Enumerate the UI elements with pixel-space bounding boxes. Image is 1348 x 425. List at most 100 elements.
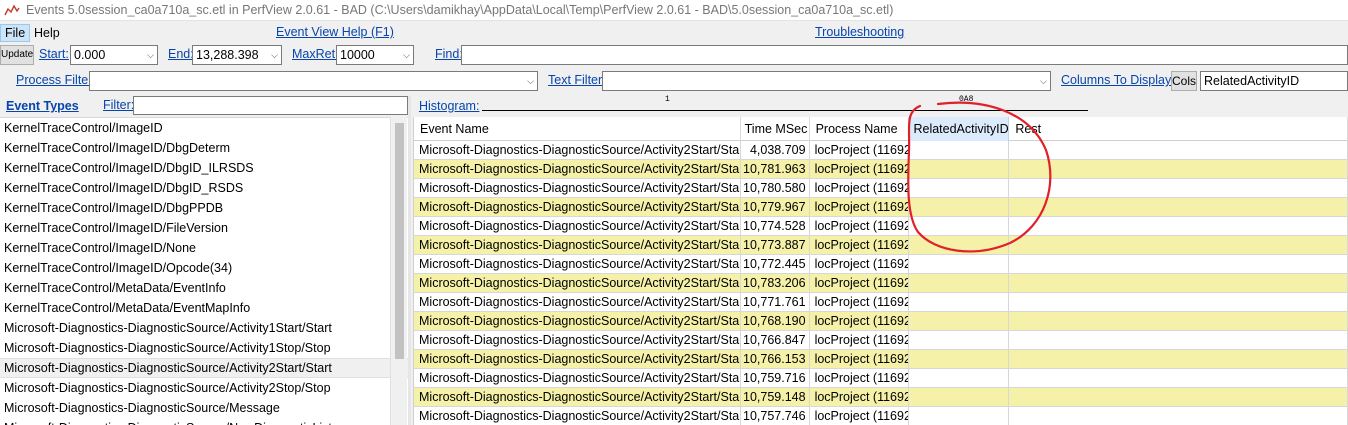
- process-name-cell[interactable]: locProject (11692): [809, 350, 910, 369]
- time-msec-cell[interactable]: 10,771.761: [740, 293, 810, 312]
- event-name-cell[interactable]: Microsoft-Diagnostics-DiagnosticSource/A…: [414, 141, 741, 160]
- column-header-event-name[interactable]: Event Name: [414, 117, 741, 141]
- event-type-item[interactable]: KernelTraceControl/MetaData/EventInfo: [0, 278, 408, 298]
- event-name-cell[interactable]: Microsoft-Diagnostics-DiagnosticSource/A…: [414, 198, 741, 217]
- time-msec-cell[interactable]: 10,768.190: [740, 312, 810, 331]
- related-activity-id-cell[interactable]: [909, 369, 1010, 388]
- table-row[interactable]: Microsoft-Diagnostics-DiagnosticSource/A…: [414, 331, 1348, 350]
- process-name-cell[interactable]: locProject (11692): [810, 407, 910, 425]
- process-name-cell[interactable]: locProject (11692): [809, 255, 910, 274]
- table-row[interactable]: Microsoft-Diagnostics-DiagnosticSource/A…: [414, 236, 1348, 255]
- columns-input[interactable]: RelatedActivityID: [1200, 71, 1348, 91]
- event-type-item[interactable]: Microsoft-Diagnostics-DiagnosticSource/A…: [0, 338, 408, 358]
- process-name-cell[interactable]: locProject (11692): [809, 331, 910, 350]
- process-name-cell[interactable]: locProject (11692): [809, 388, 910, 407]
- event-name-cell[interactable]: Microsoft-Diagnostics-DiagnosticSource/A…: [414, 369, 741, 388]
- end-combo[interactable]: 13,288.398 ⌵: [192, 45, 282, 65]
- event-name-cell[interactable]: Microsoft-Diagnostics-DiagnosticSource/A…: [414, 331, 741, 350]
- text-filter-label[interactable]: Text Filter:: [548, 73, 606, 87]
- time-msec-cell[interactable]: 10,774.528: [740, 217, 810, 236]
- columns-to-display-label[interactable]: Columns To Display:: [1061, 73, 1175, 87]
- time-msec-cell[interactable]: 10,773.887: [740, 236, 810, 255]
- table-row[interactable]: Microsoft-Diagnostics-DiagnosticSource/A…: [414, 407, 1348, 425]
- rest-cell[interactable]: [1009, 331, 1348, 350]
- rest-cell[interactable]: [1009, 369, 1348, 388]
- process-name-cell[interactable]: locProject (11692): [809, 312, 910, 331]
- event-name-cell[interactable]: Microsoft-Diagnostics-DiagnosticSource/A…: [414, 236, 741, 255]
- event-type-item[interactable]: Microsoft-Diagnostics-DiagnosticSource/N…: [0, 418, 408, 425]
- text-filter-combo[interactable]: ⌵: [602, 71, 1051, 91]
- chevron-down-icon[interactable]: ⌵: [271, 46, 278, 64]
- time-msec-cell[interactable]: 10,779.967: [740, 198, 810, 217]
- find-label[interactable]: Find:: [435, 47, 463, 61]
- event-name-cell[interactable]: Microsoft-Diagnostics-DiagnosticSource/A…: [414, 160, 741, 179]
- process-name-cell[interactable]: locProject (11692): [809, 198, 910, 217]
- process-filter-combo[interactable]: ⌵: [89, 71, 538, 91]
- rest-cell[interactable]: [1009, 236, 1348, 255]
- event-name-cell[interactable]: Microsoft-Diagnostics-DiagnosticSource/A…: [414, 293, 741, 312]
- rest-cell[interactable]: [1009, 217, 1348, 236]
- time-msec-cell[interactable]: 10,757.746: [741, 407, 810, 425]
- table-row[interactable]: Microsoft-Diagnostics-DiagnosticSource/A…: [414, 141, 1348, 160]
- rest-cell[interactable]: [1009, 293, 1348, 312]
- process-name-cell[interactable]: locProject (11692): [809, 179, 910, 198]
- time-msec-cell[interactable]: 10,781.963: [740, 160, 810, 179]
- menu-file[interactable]: File: [0, 24, 31, 42]
- rest-cell[interactable]: [1009, 407, 1348, 425]
- start-label[interactable]: Start:: [39, 47, 69, 61]
- filter-label[interactable]: Filter:: [103, 98, 134, 112]
- event-type-item[interactable]: KernelTraceControl/MetaData/EventMapInfo: [0, 298, 408, 318]
- scrollbar-thumb[interactable]: [395, 123, 404, 359]
- time-msec-cell[interactable]: 10,780.580: [740, 179, 810, 198]
- event-name-cell[interactable]: Microsoft-Diagnostics-DiagnosticSource/A…: [414, 217, 741, 236]
- related-activity-id-cell[interactable]: [909, 141, 1010, 160]
- event-view-help-link[interactable]: Event View Help (F1): [276, 25, 394, 39]
- related-activity-id-cell[interactable]: [909, 198, 1010, 217]
- related-activity-id-cell[interactable]: [909, 217, 1010, 236]
- rest-cell[interactable]: [1009, 198, 1348, 217]
- related-activity-id-cell[interactable]: [909, 388, 1010, 407]
- related-activity-id-cell[interactable]: [909, 255, 1010, 274]
- process-name-cell[interactable]: locProject (11692): [809, 141, 910, 160]
- table-row[interactable]: Microsoft-Diagnostics-DiagnosticSource/A…: [414, 312, 1348, 331]
- troubleshooting-link[interactable]: Troubleshooting: [815, 25, 904, 39]
- related-activity-id-cell[interactable]: [909, 274, 1010, 293]
- event-type-item[interactable]: KernelTraceControl/ImageID/DbgID_RSDS: [0, 178, 408, 198]
- end-label[interactable]: End:: [168, 47, 194, 61]
- event-name-cell[interactable]: Microsoft-Diagnostics-DiagnosticSource/A…: [414, 388, 741, 407]
- process-name-cell[interactable]: locProject (11692): [809, 293, 910, 312]
- event-type-item[interactable]: KernelTraceControl/ImageID/DbgDeterm: [0, 138, 408, 158]
- related-activity-id-cell[interactable]: [909, 179, 1010, 198]
- column-header-related-activity-id[interactable]: RelatedActivityID: [909, 117, 1010, 141]
- rest-cell[interactable]: [1009, 255, 1348, 274]
- table-row[interactable]: Microsoft-Diagnostics-DiagnosticSource/A…: [414, 179, 1348, 198]
- time-msec-cell[interactable]: 10,772.445: [740, 255, 810, 274]
- event-name-cell[interactable]: Microsoft-Diagnostics-DiagnosticSource/A…: [414, 407, 741, 425]
- column-header-rest[interactable]: Rest: [1009, 117, 1348, 141]
- histogram-label[interactable]: Histogram:: [419, 99, 479, 113]
- rest-cell[interactable]: [1009, 312, 1348, 331]
- related-activity-id-cell[interactable]: [909, 160, 1010, 179]
- table-row[interactable]: Microsoft-Diagnostics-DiagnosticSource/A…: [414, 369, 1348, 388]
- rest-cell[interactable]: [1009, 141, 1348, 160]
- chevron-down-icon[interactable]: ⌵: [527, 72, 534, 90]
- table-row[interactable]: Microsoft-Diagnostics-DiagnosticSource/A…: [414, 388, 1348, 407]
- event-name-cell[interactable]: Microsoft-Diagnostics-DiagnosticSource/A…: [414, 179, 741, 198]
- event-type-item[interactable]: Microsoft-Diagnostics-DiagnosticSource/A…: [0, 358, 408, 378]
- column-header-time-msec[interactable]: Time MSec: [741, 117, 810, 141]
- rest-cell[interactable]: [1009, 350, 1348, 369]
- process-name-cell[interactable]: locProject (11692): [809, 217, 910, 236]
- event-type-item[interactable]: KernelTraceControl/ImageID/DbgPPDB: [0, 198, 408, 218]
- related-activity-id-cell[interactable]: [909, 350, 1010, 369]
- maxret-combo[interactable]: 10000 ⌵: [336, 45, 414, 65]
- time-msec-cell[interactable]: 10,759.716: [740, 369, 810, 388]
- time-msec-cell[interactable]: 10,766.153: [740, 350, 810, 369]
- related-activity-id-cell[interactable]: [909, 293, 1010, 312]
- event-type-item[interactable]: KernelTraceControl/ImageID/DbgID_ILRSDS: [0, 158, 408, 178]
- start-combo[interactable]: 0.000 ⌵: [70, 45, 158, 65]
- table-row[interactable]: Microsoft-Diagnostics-DiagnosticSource/A…: [414, 293, 1348, 312]
- maxret-label[interactable]: MaxRet:: [292, 47, 339, 61]
- related-activity-id-cell[interactable]: [909, 312, 1010, 331]
- event-type-item[interactable]: KernelTraceControl/ImageID: [0, 118, 408, 138]
- time-msec-cell[interactable]: 10,783.206: [740, 274, 810, 293]
